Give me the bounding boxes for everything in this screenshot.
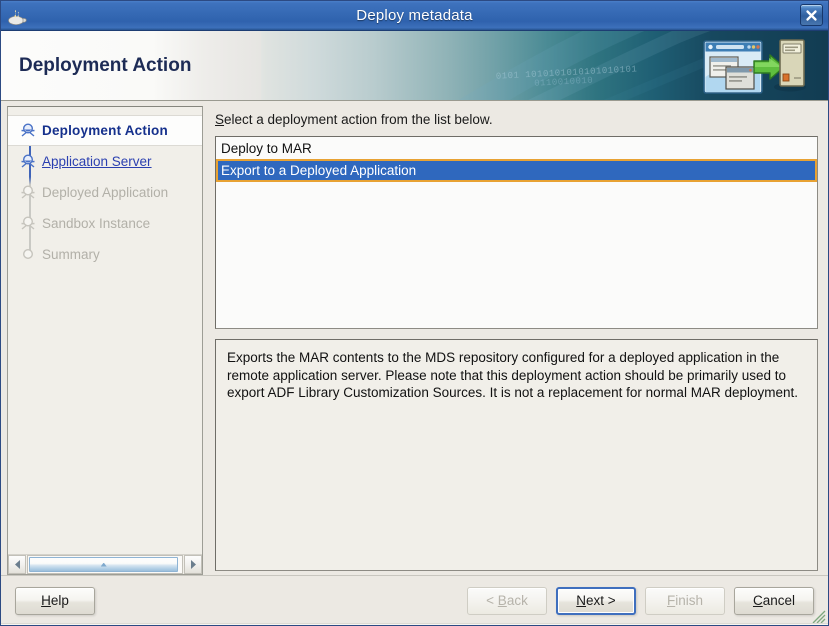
sidebar-item-deployment-action[interactable]: Deployment Action xyxy=(8,115,202,146)
java-coffee-cup-icon xyxy=(6,5,28,27)
window-title: Deploy metadata xyxy=(356,7,473,24)
next-button[interactable]: Next > xyxy=(556,586,636,615)
wizard-banner: 0101 1010101010101010101 0110010010 Depl… xyxy=(1,31,828,101)
scroll-left-icon[interactable] xyxy=(8,555,26,574)
help-button[interactable]: Help xyxy=(15,586,95,615)
close-icon[interactable] xyxy=(800,4,823,26)
deploy-to-server-icon xyxy=(703,39,806,94)
prompt-text: elect a deployment action from the list … xyxy=(224,112,493,127)
sidebar-item-sandbox-instance: Sandbox Instance xyxy=(8,208,202,239)
sidebar-item-application-server[interactable]: Application Server xyxy=(8,146,202,177)
resize-grip-icon[interactable] xyxy=(812,610,826,624)
list-item[interactable]: Export to a Deployed Application xyxy=(216,159,817,182)
deploy-metadata-dialog: Deploy metadata 0101 1010101010101010101… xyxy=(0,0,829,626)
description-panel: Exports the MAR contents to the MDS repo… xyxy=(215,339,818,571)
wizard-node-disabled-icon xyxy=(14,184,42,202)
wizard-step-list: Deployment Action Application Server Dep… xyxy=(8,107,202,554)
window-titlebar[interactable]: Deploy metadata xyxy=(1,1,828,31)
scroll-right-icon[interactable] xyxy=(184,555,202,574)
prompt-mnemonic: S xyxy=(215,112,225,127)
page-title: Deployment Action xyxy=(19,54,192,76)
finish-button: Finish xyxy=(645,586,725,615)
wizard-node-end-icon xyxy=(14,246,42,264)
wizard-node-active-icon xyxy=(14,122,42,140)
list-item[interactable]: Deploy to MAR xyxy=(217,138,816,159)
prompt-label: Select a deployment action from the list… xyxy=(215,112,818,127)
dialog-body: Deployment Action Application Server Dep… xyxy=(1,101,828,575)
sidebar-item-summary: Summary xyxy=(8,239,202,270)
wizard-node-enabled-icon xyxy=(14,153,42,171)
scrollbar-thumb[interactable] xyxy=(29,557,179,572)
sidebar-item-label: Deployed Application xyxy=(42,185,169,200)
sidebar-item-deployed-application: Deployed Application xyxy=(8,177,202,208)
wizard-node-disabled-icon xyxy=(14,215,42,233)
back-button: < Back xyxy=(467,586,547,615)
sidebar-item-label: Deployment Action xyxy=(42,123,168,138)
dialog-footer: Help < Back Next > Finish Cancel xyxy=(1,575,828,625)
sidebar-item-label: Application Server xyxy=(42,154,152,169)
sidebar-item-label: Summary xyxy=(42,247,100,262)
dialog-content: Select a deployment action from the list… xyxy=(203,102,828,575)
scrollbar-track[interactable] xyxy=(27,555,183,574)
deployment-action-listbox[interactable]: Deploy to MAR Export to a Deployed Appli… xyxy=(215,136,818,329)
cancel-button[interactable]: Cancel xyxy=(734,586,814,615)
sidebar-horizontal-scrollbar[interactable] xyxy=(8,554,202,574)
wizard-step-sidebar: Deployment Action Application Server Dep… xyxy=(7,106,203,575)
sidebar-item-label: Sandbox Instance xyxy=(42,216,151,231)
footer-divider xyxy=(1,623,828,625)
